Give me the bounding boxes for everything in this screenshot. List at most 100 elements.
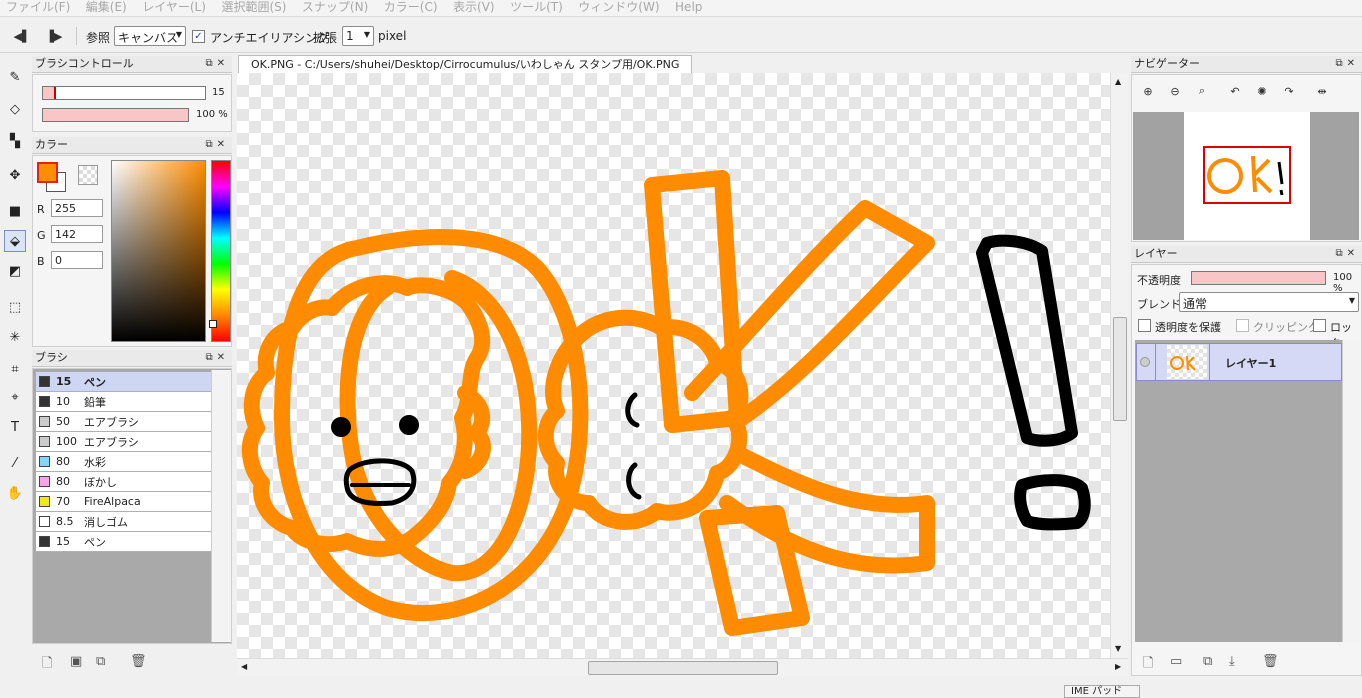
fill-rect-tool-icon[interactable]: ■ <box>4 200 26 222</box>
brush-list-item[interactable]: 100 エアブラシ <box>36 432 211 452</box>
brush-opacity-slider[interactable] <box>42 108 189 122</box>
brush-list-item[interactable]: 15 ペン <box>36 372 211 392</box>
menu-help[interactable]: Help <box>675 0 702 15</box>
panel-buttons-icon[interactable]: ⧉✕ <box>205 56 229 72</box>
brush-list-item[interactable]: 80 ぼかし <box>36 472 211 492</box>
duplicate-layer-icon[interactable]: ⧉ <box>1203 654 1212 669</box>
menu-tool[interactable]: ツール(T) <box>510 0 563 15</box>
protect-alpha-checkbox[interactable] <box>1138 319 1151 335</box>
flip-horizontal-icon[interactable]: ⇹ <box>1312 81 1332 101</box>
clipping-checkbox[interactable] <box>1236 319 1249 335</box>
expand-select[interactable]: 1 ▼ <box>342 26 374 46</box>
blend-select[interactable]: 通常 ▼ <box>1179 292 1359 312</box>
lock-checkbox[interactable] <box>1313 319 1326 335</box>
document-tab[interactable]: OK.PNG - C:/Users/shuhei/Desktop/Cirrocu… <box>238 55 693 73</box>
b-label: B <box>37 255 45 268</box>
collapse-right-icon[interactable]: ▐▶ <box>44 26 64 46</box>
brush-name: FireAlpaca <box>84 495 141 508</box>
scroll-down-icon[interactable]: ▼ <box>1115 644 1121 653</box>
horizontal-scroll-thumb[interactable] <box>588 661 778 675</box>
collapse-left-icon[interactable]: ◀▌ <box>12 26 32 46</box>
duplicate-brush-icon[interactable]: ⧉ <box>96 654 105 669</box>
brush-list-item[interactable]: 70 FireAlpaca <box>36 492 211 512</box>
ime-pad[interactable]: IME パッド <box>1064 685 1140 698</box>
eraser-tool-icon[interactable]: ◇ <box>4 98 26 120</box>
delete-brush-icon[interactable]: 🗑 <box>130 654 147 669</box>
delete-layer-icon[interactable]: 🗑 <box>1262 654 1279 669</box>
panel-buttons-icon[interactable]: ⧉✕ <box>205 350 229 366</box>
brush-list-item[interactable]: 80 水彩 <box>36 452 211 472</box>
menu-file[interactable]: ファイル(F) <box>6 0 70 15</box>
menu-window[interactable]: ウィンドウ(W) <box>578 0 659 15</box>
brush-list-item[interactable]: 8.5 消しゴム <box>36 512 211 532</box>
foreground-color-swatch[interactable] <box>37 162 58 183</box>
brush-opacity-fill <box>43 109 188 121</box>
new-layer-icon[interactable]: 🗋 <box>1143 654 1153 676</box>
r-input[interactable]: 255 <box>51 199 103 217</box>
layer-visibility-icon[interactable] <box>1140 357 1150 367</box>
gradient-tool-icon[interactable]: ◩ <box>4 260 26 282</box>
dot-tool-icon[interactable]: ▚ <box>4 130 26 152</box>
eyedropper-tool-icon[interactable]: ⁄ <box>4 452 26 474</box>
pen-tool-icon[interactable]: ✎ <box>4 66 26 88</box>
bucket-tool-icon[interactable]: ⬙ <box>4 230 26 252</box>
edit-brush-icon[interactable]: ▣ <box>70 654 82 669</box>
scroll-up-icon[interactable]: ▲ <box>1115 77 1121 86</box>
ball-eye-bottom <box>626 462 642 500</box>
scroll-left-icon[interactable]: ◀ <box>241 662 247 671</box>
hue-slider[interactable] <box>211 160 231 342</box>
menu-select[interactable]: 選択範囲(S) <box>221 0 286 15</box>
brush-size-slider[interactable] <box>42 86 206 100</box>
panel-buttons-icon[interactable]: ⧉✕ <box>1335 246 1359 262</box>
rotate-reset-icon[interactable]: ✺ <box>1252 81 1272 101</box>
brush-list-scrollbar[interactable] <box>211 370 231 642</box>
transparent-color-swatch[interactable] <box>78 165 98 185</box>
text-tool-icon[interactable]: T <box>4 416 26 438</box>
menu-snap[interactable]: スナップ(N) <box>302 0 368 15</box>
merge-layer-icon[interactable]: ⤓ <box>1229 654 1235 669</box>
select-pen-tool-icon[interactable]: ⌗ <box>4 358 26 380</box>
menu-layer[interactable]: レイヤー(L) <box>142 0 206 15</box>
navigator-viewport-frame[interactable] <box>1203 146 1291 204</box>
g-input[interactable]: 142 <box>51 225 103 243</box>
select-eraser-tool-icon[interactable]: ⌖ <box>4 386 26 408</box>
unit-label: pixel <box>378 29 407 43</box>
layer-opacity-slider[interactable] <box>1191 271 1326 285</box>
select-rect-tool-icon[interactable]: ⬚ <box>4 296 26 318</box>
brush-list-item[interactable]: 10 鉛筆 <box>36 392 211 412</box>
canvas-horizontal-scrollbar[interactable]: ◀ ▶ <box>237 658 1128 676</box>
zoom-in-icon[interactable]: ⊕ <box>1138 81 1158 101</box>
panel-buttons-icon[interactable]: ⧉✕ <box>205 137 229 153</box>
menu-edit[interactable]: 編集(E) <box>86 0 127 15</box>
layer-list-scrollbar[interactable] <box>1342 340 1360 642</box>
ref-select[interactable]: キャンバス ▼ <box>114 26 186 46</box>
canvas-vertical-scrollbar[interactable]: ▲ ▼ <box>1110 73 1128 658</box>
layer-row[interactable]: レイヤー1 <box>1136 343 1342 381</box>
vertical-scroll-thumb[interactable] <box>1113 317 1127 421</box>
new-brush-icon[interactable]: 🗋 <box>42 654 52 676</box>
navigator-preview[interactable] <box>1133 112 1359 240</box>
zoom-out-icon[interactable]: ⊖ <box>1165 81 1185 101</box>
magic-wand-tool-icon[interactable]: ✳ <box>4 326 26 348</box>
brush-size: 15 <box>56 535 70 548</box>
brush-list-item[interactable]: 50 エアブラシ <box>36 412 211 432</box>
new-folder-icon[interactable]: ▭ <box>1170 654 1182 669</box>
hand-tool-icon[interactable]: ✋ <box>4 482 26 504</box>
hue-slider-handle[interactable] <box>209 320 217 328</box>
menu-view[interactable]: 表示(V) <box>453 0 495 15</box>
layer-list <box>1135 340 1342 642</box>
rotate-left-icon[interactable]: ↶ <box>1225 81 1245 101</box>
saturation-value-picker[interactable] <box>111 160 206 342</box>
antialias-checkbox[interactable]: ✓ <box>192 29 205 43</box>
layer-header: レイヤー ⧉✕ <box>1131 246 1362 263</box>
drawing-canvas[interactable] <box>237 73 1110 658</box>
scroll-right-icon[interactable]: ▶ <box>1115 662 1121 671</box>
panel-buttons-icon[interactable]: ⧉✕ <box>1335 56 1359 72</box>
rotate-right-icon[interactable]: ↷ <box>1279 81 1299 101</box>
move-tool-icon[interactable]: ✥ <box>4 164 26 186</box>
brush-list-item[interactable]: 15 ペン <box>36 532 211 552</box>
menu-color[interactable]: カラー(C) <box>384 0 438 15</box>
b-input[interactable]: 0 <box>51 251 103 269</box>
brush-name: 鉛筆 <box>84 395 106 409</box>
zoom-fit-icon[interactable]: ⌕ <box>1192 81 1212 101</box>
